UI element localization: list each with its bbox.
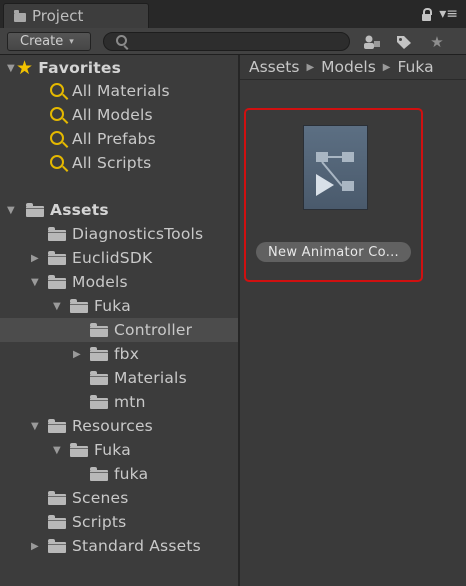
tree-item-label: Fuka — [94, 441, 131, 459]
favorite-star-icon: ★ — [430, 32, 444, 51]
star-icon: ★ — [16, 57, 34, 79]
tree-item-label: Scenes — [72, 489, 129, 507]
asset-item-animator-controller[interactable]: New Animator Co... — [244, 108, 423, 282]
tree-item-label: Models — [72, 273, 128, 291]
breadcrumb-item[interactable]: Assets — [249, 58, 299, 76]
tree-item-label: Scripts — [72, 513, 127, 531]
assets-header[interactable]: ▼ Assets — [0, 198, 244, 222]
tree-item-models[interactable]: ▼ Models — [0, 270, 268, 294]
menu-icon[interactable]: ▾≡ — [439, 7, 458, 21]
create-label: Create — [20, 34, 64, 49]
chevron-right-icon: ▶ — [306, 61, 315, 73]
asset-panel: Assets ▶ Models ▶ Fuka New Animator Co..… — [240, 55, 466, 586]
tree-item-label: Standard Assets — [72, 537, 201, 555]
tab-controls: ▾≡ — [422, 7, 458, 21]
favorite-item-label: All Prefabs — [72, 130, 156, 148]
favorite-item-label: All Materials — [72, 82, 170, 100]
expand-triangle-icon[interactable]: ▶ — [30, 541, 40, 552]
folder-icon — [90, 370, 108, 385]
folder-icon — [48, 418, 66, 433]
chevron-right-icon: ▶ — [382, 61, 391, 73]
assets-label: Assets — [50, 201, 109, 219]
animator-controller-icon — [303, 125, 368, 210]
filter-by-type-icon — [364, 35, 380, 49]
expand-triangle-icon[interactable]: ▼ — [52, 301, 62, 312]
folder-icon — [90, 346, 108, 361]
tree-item-label: mtn — [114, 393, 146, 411]
filter-by-type-button[interactable] — [358, 31, 386, 52]
folder-icon — [48, 514, 66, 529]
tree-item-label: Materials — [114, 369, 187, 387]
tree-item-scenes[interactable]: Scenes — [0, 486, 268, 510]
folder-icon — [48, 490, 66, 505]
tab-project[interactable]: Project — [3, 3, 149, 28]
search-icon — [50, 82, 64, 97]
folder-icon — [70, 442, 88, 457]
folder-icon — [90, 466, 108, 481]
search-input[interactable] — [103, 32, 350, 51]
folder-icon — [90, 322, 108, 337]
tree-item-label: Controller — [114, 321, 193, 339]
tree-item-standard-assets[interactable]: ▶ Standard Assets — [0, 534, 268, 558]
tree-item-resources[interactable]: ▼ Resources — [0, 414, 268, 438]
expand-triangle-icon[interactable]: ▼ — [30, 277, 40, 288]
tree-item-diagnosticstools[interactable]: DiagnosticsTools — [0, 222, 268, 246]
animator-graph-icon — [316, 152, 354, 196]
breadcrumb-item[interactable]: Fuka — [397, 58, 433, 76]
folder-icon — [14, 9, 26, 22]
create-button[interactable]: Create ▾ — [7, 32, 91, 51]
toolbar: Create ▾ ★ — [0, 28, 466, 55]
search-icon — [116, 35, 127, 46]
expand-triangle-icon[interactable]: ▼ — [6, 205, 16, 216]
folder-tree: ▼ ★ Favorites All Materials All Models A… — [0, 55, 310, 586]
favorite-star-button[interactable]: ★ — [423, 31, 451, 52]
tree-item-scripts[interactable]: Scripts — [0, 510, 268, 534]
tab-bar: Project ▾≡ — [0, 0, 466, 28]
folder-icon — [48, 538, 66, 553]
tree-item-label: DiagnosticsTools — [72, 225, 204, 243]
breadcrumb-item[interactable]: Models — [321, 58, 376, 76]
expand-triangle-icon[interactable]: ▼ — [52, 445, 62, 456]
chevron-down-icon: ▾ — [69, 36, 74, 47]
breadcrumb: Assets ▶ Models ▶ Fuka — [240, 55, 466, 80]
expand-triangle-icon[interactable]: ▼ — [6, 63, 16, 74]
folder-icon — [48, 226, 66, 241]
folder-icon — [48, 274, 66, 289]
search-icon — [50, 106, 64, 121]
search-icon — [50, 154, 64, 169]
expand-triangle-icon[interactable]: ▶ — [30, 253, 40, 264]
folder-icon — [26, 202, 44, 217]
expand-triangle-icon[interactable]: ▼ — [30, 421, 40, 432]
folder-icon — [70, 298, 88, 313]
tree-item-label: Resources — [72, 417, 153, 435]
filter-by-label-button[interactable] — [390, 31, 418, 52]
favorites-label: Favorites — [38, 59, 122, 77]
tree-item-label: fbx — [114, 345, 140, 363]
tree-item-label: Fuka — [94, 297, 131, 315]
tree-item-label: EuclidSDK — [72, 249, 153, 267]
search-icon — [50, 130, 64, 145]
favorites-header[interactable]: ▼ ★ Favorites — [0, 56, 244, 80]
tree-item-euclidsdk[interactable]: ▶ EuclidSDK — [0, 246, 268, 270]
folder-icon — [90, 394, 108, 409]
filter-by-label-icon — [397, 35, 411, 49]
favorite-item-label: All Scripts — [72, 154, 152, 172]
favorite-item-label: All Models — [72, 106, 153, 124]
tree-item-label: fuka — [114, 465, 149, 483]
tab-label: Project — [32, 7, 84, 25]
folder-icon — [48, 250, 66, 265]
expand-triangle-icon[interactable]: ▶ — [72, 349, 82, 360]
asset-item-label: New Animator Co... — [256, 242, 411, 262]
lock-icon[interactable] — [422, 7, 433, 21]
